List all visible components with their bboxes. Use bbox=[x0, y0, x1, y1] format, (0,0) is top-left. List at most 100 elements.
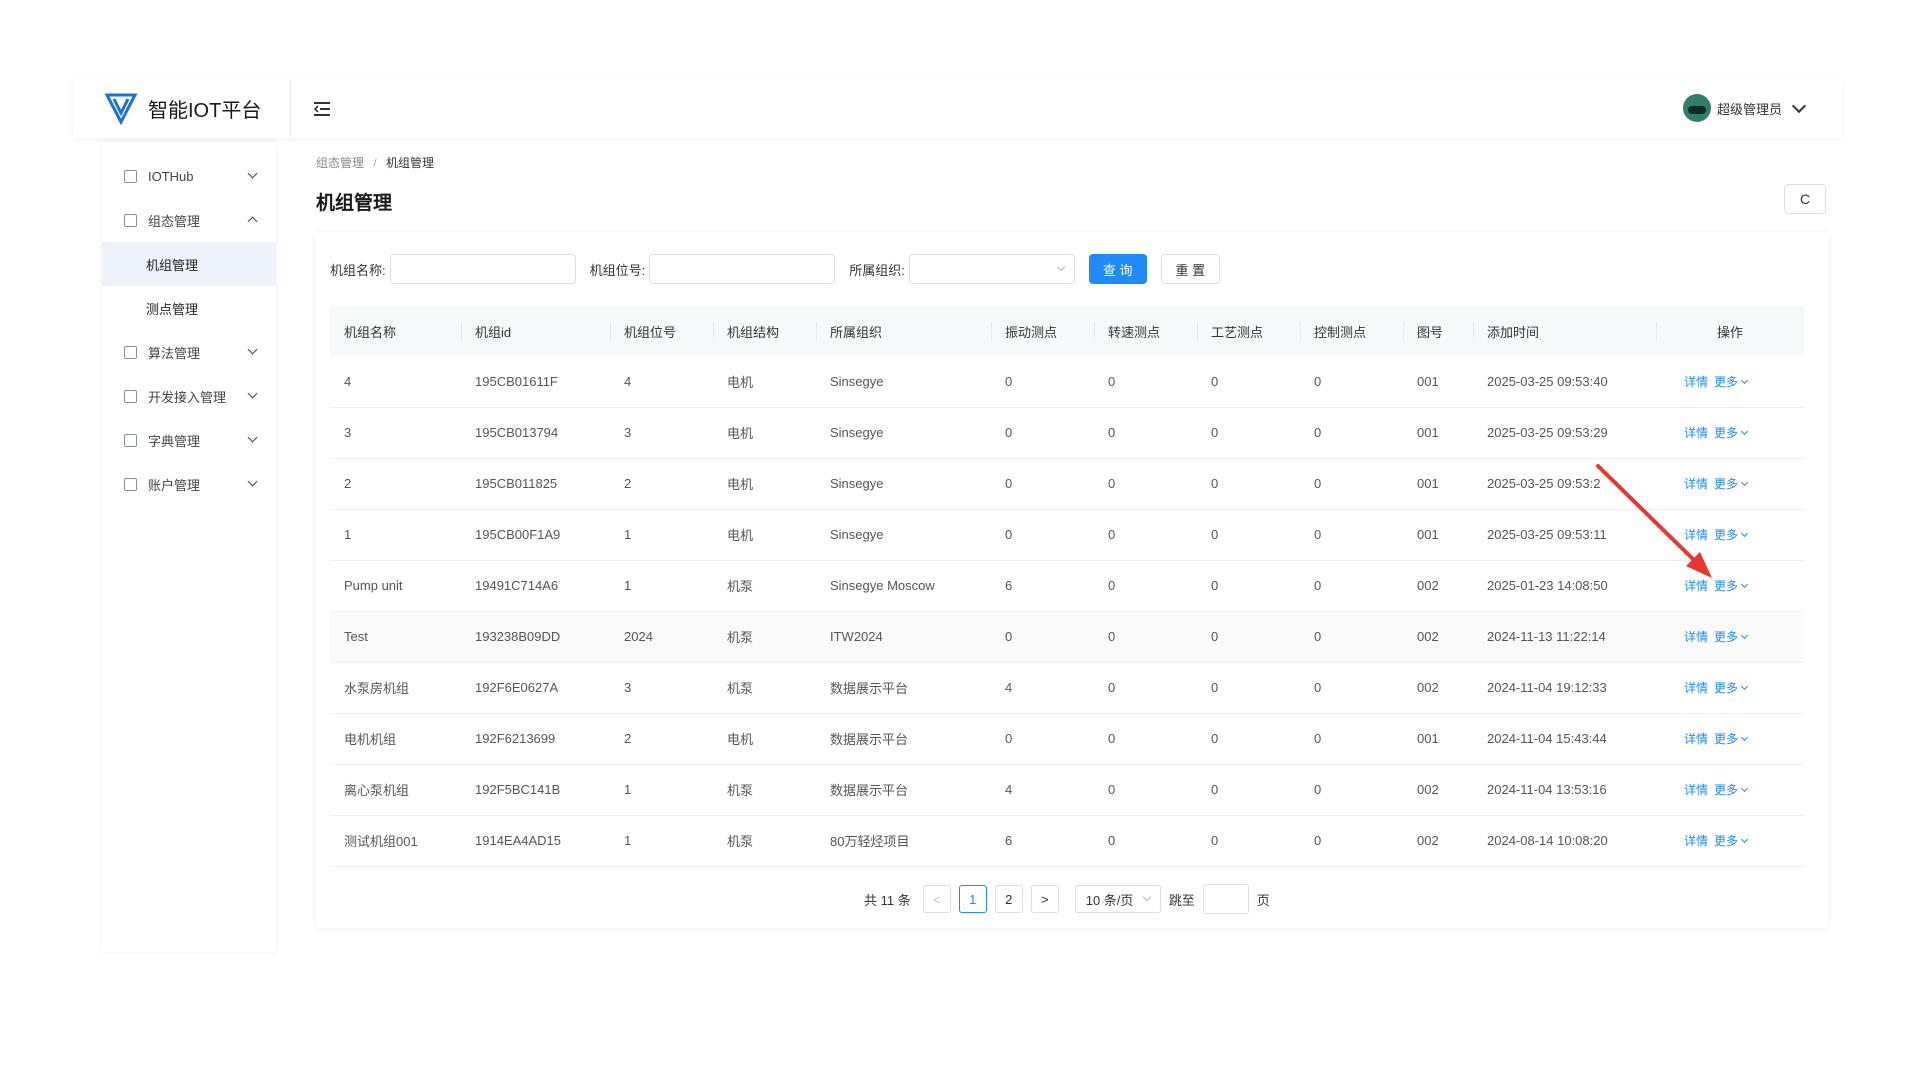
detail-link[interactable]: 详情 bbox=[1684, 681, 1708, 695]
table-cell: 0 bbox=[1314, 476, 1322, 491]
chevron-down-icon bbox=[1740, 835, 1749, 844]
table-row: 2 195CB011825 2 电机 Sinsegye 0 0 0 0 001 2025-03-25… bbox=[330, 458, 1804, 509]
column-header: 添加时间 bbox=[1473, 306, 1656, 356]
pagination-prev-button[interactable]: < bbox=[922, 885, 951, 913]
row-actions: 详情 更多 bbox=[1656, 764, 1804, 815]
sidebar-item-account[interactable]: 账户管理 bbox=[102, 462, 276, 506]
sidebar-item-iothub[interactable]: IOTHub bbox=[102, 154, 276, 198]
detail-link[interactable]: 详情 bbox=[1684, 375, 1708, 389]
table-cell: 002 bbox=[1417, 833, 1439, 848]
refresh-button[interactable]: C bbox=[1784, 184, 1826, 214]
search-button[interactable]: 查 询 bbox=[1088, 254, 1147, 284]
table-cell: 0 bbox=[1108, 476, 1116, 491]
detail-link[interactable]: 详情 bbox=[1684, 834, 1708, 848]
row-actions: 详情 更多 bbox=[1656, 713, 1804, 764]
table-cell: 0 bbox=[1211, 782, 1219, 797]
org-select[interactable] bbox=[908, 254, 1075, 284]
detail-link[interactable]: 详情 bbox=[1684, 579, 1708, 593]
unit-name-label: 机组名称: bbox=[330, 262, 386, 278]
breadcrumb-separator: / bbox=[373, 156, 377, 170]
more-dropdown[interactable]: 更多 bbox=[1714, 579, 1749, 593]
detail-link[interactable]: 详情 bbox=[1684, 528, 1708, 542]
table-cell: 0 bbox=[1108, 680, 1116, 695]
chevron-down-icon bbox=[1740, 784, 1749, 793]
table-cell: 机泵 bbox=[727, 681, 754, 696]
chevron-down-icon bbox=[1740, 376, 1749, 384]
jump-page-input[interactable] bbox=[1202, 884, 1249, 914]
column-header: 机组名称 bbox=[344, 324, 397, 340]
unit-name-input[interactable] bbox=[389, 254, 576, 284]
table-cell: 192F6213699 bbox=[475, 731, 556, 746]
sidebar-item-dictionary[interactable]: 字典管理 bbox=[102, 418, 276, 462]
table-row: 1 195CB00F1A9 1 电机 Sinsegye 0 0 0 0 001 2025-03-25… bbox=[330, 509, 1804, 560]
reset-button[interactable]: 重 置 bbox=[1160, 254, 1221, 284]
table-cell: 002 bbox=[1417, 578, 1439, 593]
more-label: 更多 bbox=[1714, 426, 1739, 440]
table-cell: 数据展示平台 bbox=[830, 732, 909, 747]
sidebar-item-dev-access[interactable]: 开发接入管理 bbox=[102, 374, 276, 418]
table-cell: 3 bbox=[624, 425, 632, 440]
more-dropdown[interactable]: 更多 bbox=[1714, 783, 1749, 797]
table-cell: 3 bbox=[344, 425, 352, 440]
table-cell: 2024-11-04 13:53:16 bbox=[1487, 782, 1607, 797]
table-cell: 电机机组 bbox=[344, 732, 397, 747]
detail-link[interactable]: 详情 bbox=[1684, 477, 1708, 491]
more-dropdown[interactable]: 更多 bbox=[1714, 375, 1749, 389]
page-size-select[interactable]: 10 条/页 bbox=[1074, 885, 1161, 913]
more-dropdown[interactable]: 更多 bbox=[1714, 426, 1749, 440]
more-dropdown[interactable]: 更多 bbox=[1714, 681, 1749, 695]
row-actions: 详情 更多 bbox=[1656, 662, 1804, 713]
chevron-up-icon bbox=[247, 216, 258, 227]
column-header: 转速测点 bbox=[1094, 306, 1197, 356]
table-cell: 001 bbox=[1417, 476, 1439, 491]
pagination-next-button[interactable]: > bbox=[1030, 885, 1059, 913]
pagination-page-2[interactable]: 2 bbox=[994, 885, 1023, 913]
menu-fold-icon[interactable] bbox=[310, 98, 334, 120]
table-cell: 测试机组001 bbox=[344, 834, 418, 849]
sidebar-item-label: 算法管理 bbox=[148, 345, 201, 361]
sidebar-subitem-label: 机组管理 bbox=[146, 257, 199, 273]
pagination-page-1[interactable]: 1 bbox=[958, 885, 987, 913]
table-cell: 193238B09DD bbox=[475, 629, 561, 644]
column-header: 控制测点 bbox=[1300, 306, 1403, 356]
table-cell: 电机 bbox=[727, 374, 754, 390]
more-dropdown[interactable]: 更多 bbox=[1714, 834, 1749, 848]
sidebar-item-config[interactable]: 组态管理 bbox=[102, 198, 276, 242]
logo[interactable]: 智能IOT平台 bbox=[104, 88, 261, 128]
table-cell: 2024 bbox=[624, 629, 653, 644]
table-cell: 4 bbox=[1005, 680, 1013, 695]
table-cell: 195CB011825 bbox=[475, 476, 558, 491]
table-row: 电机机组 192F6213699 2 电机 数据展示平台 0 0 0 0 001 2024-11-0… bbox=[330, 713, 1804, 764]
more-dropdown[interactable]: 更多 bbox=[1714, 630, 1749, 644]
table-cell: 0 bbox=[1005, 425, 1013, 440]
table-cell: 0 bbox=[1211, 731, 1219, 746]
sidebar-item-algorithm[interactable]: 算法管理 bbox=[102, 330, 276, 374]
table-cell: 19491C714A6 bbox=[475, 578, 559, 593]
table-cell: 0 bbox=[1108, 782, 1116, 797]
column-header: 所属组织 bbox=[816, 306, 991, 356]
table-cell: 4 bbox=[624, 373, 632, 389]
more-dropdown[interactable]: 更多 bbox=[1714, 528, 1749, 542]
more-label: 更多 bbox=[1714, 528, 1739, 542]
more-dropdown[interactable]: 更多 bbox=[1714, 477, 1749, 491]
table-cell: 0 bbox=[1211, 425, 1219, 440]
detail-link[interactable]: 详情 bbox=[1684, 732, 1708, 746]
table-cell: 2024-08-14 10:08:20 bbox=[1487, 833, 1608, 848]
sidebar-subitem-unit-management[interactable]: 机组管理 bbox=[102, 242, 276, 286]
avatar bbox=[1682, 94, 1711, 122]
detail-link[interactable]: 详情 bbox=[1684, 630, 1708, 644]
detail-link[interactable]: 详情 bbox=[1684, 426, 1708, 440]
user-menu[interactable]: 超级管理员 bbox=[1682, 94, 1807, 122]
sidebar-subitem-point-management[interactable]: 测点管理 bbox=[102, 286, 276, 330]
sidebar-item-label: IOTHub bbox=[148, 168, 194, 184]
table-cell: 2025-03-25 09:53:11 bbox=[1487, 527, 1607, 542]
table-cell: 数据展示平台 bbox=[830, 783, 909, 798]
unit-tag-input[interactable] bbox=[649, 254, 836, 284]
table-cell: 80万轻烃项目 bbox=[830, 834, 910, 849]
more-dropdown[interactable]: 更多 bbox=[1714, 732, 1749, 746]
detail-link[interactable]: 详情 bbox=[1684, 783, 1708, 797]
table-cell: Sinsegye bbox=[830, 527, 884, 542]
table-cell: 0 bbox=[1314, 731, 1322, 746]
table-cell: 2 bbox=[624, 731, 632, 746]
breadcrumb-parent[interactable]: 组态管理 bbox=[316, 156, 364, 170]
